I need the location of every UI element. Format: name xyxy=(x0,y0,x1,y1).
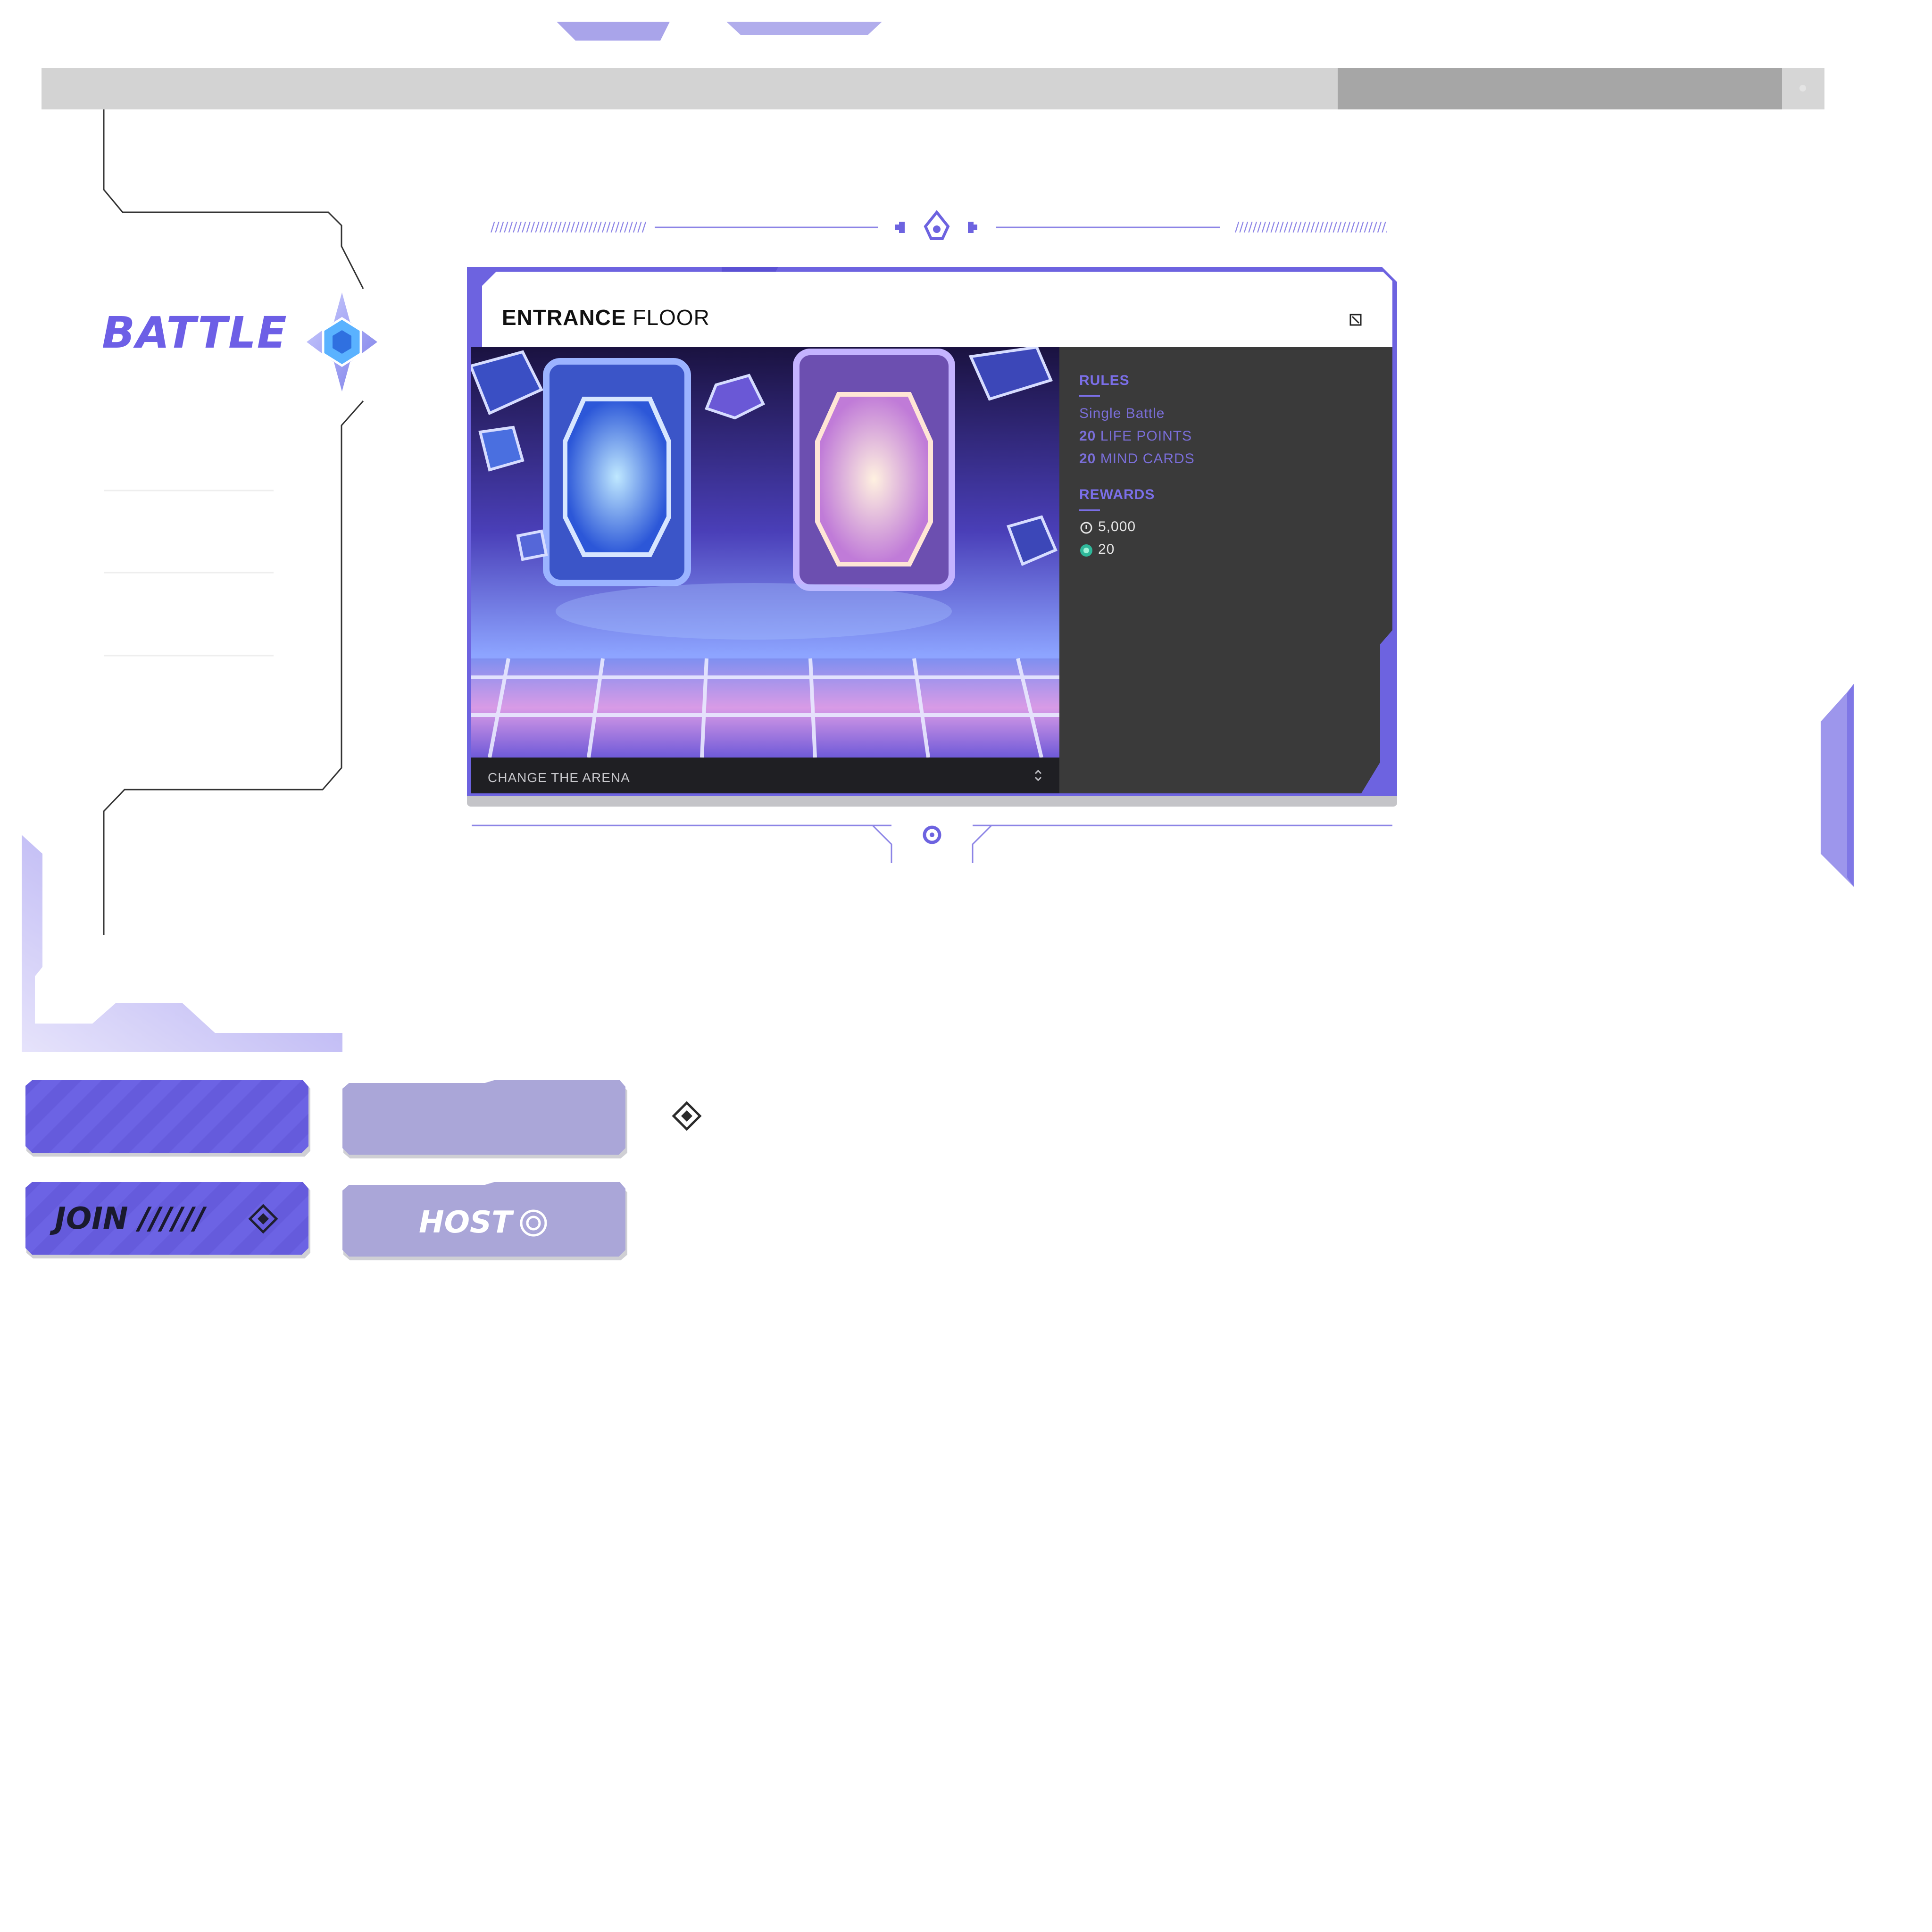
join-button-label: JOIN ////// xyxy=(55,1201,205,1236)
rewards-heading: REWARDS xyxy=(1079,487,1155,502)
target-ring-icon xyxy=(520,1209,547,1237)
diamond-target-icon xyxy=(248,1204,278,1234)
diamond-target-icon xyxy=(672,1101,702,1131)
join-button-blank[interactable] xyxy=(22,1080,312,1160)
host-button-label: HOST xyxy=(419,1205,512,1240)
arena-title-bold: ENTRANCE xyxy=(502,305,626,330)
join-button[interactable]: JOIN ////// xyxy=(22,1182,312,1257)
gem-icon xyxy=(1080,544,1092,557)
left-lower-frame xyxy=(22,835,342,1052)
reward-amount: 5,000 xyxy=(1098,519,1136,534)
rules-heading: RULES xyxy=(1079,373,1130,388)
top-tab-left xyxy=(557,22,670,41)
up-down-chevron-icon xyxy=(1034,769,1042,782)
panel-shadow xyxy=(467,796,1397,807)
rules-divider xyxy=(1079,395,1100,397)
rules-mode: Single Battle xyxy=(1079,406,1165,421)
arena-title: ENTRANCE FLOOR xyxy=(502,307,710,328)
right-edge-tab xyxy=(1821,684,1854,887)
svg-text://////////////////////////////: /////////////////////////////////// xyxy=(491,219,647,234)
change-arena-label: CHANGE THE ARENA xyxy=(488,770,630,785)
arena-footer-ornament xyxy=(472,824,1392,863)
coin-icon xyxy=(1080,522,1092,534)
mind-cards-label: MIND CARDS xyxy=(1100,451,1195,466)
header-bar-segment xyxy=(1338,68,1782,109)
life-points-label: LIFE POINTS xyxy=(1100,428,1192,444)
rewards-divider xyxy=(1079,509,1100,511)
expand-icon[interactable] xyxy=(1349,313,1362,326)
crystal-cube-icon xyxy=(307,292,377,391)
rules-mind-cards: 20 MIND CARDS xyxy=(1079,451,1195,467)
page-title: BATTLE xyxy=(102,308,288,358)
host-button[interactable]: HOST xyxy=(339,1182,631,1257)
arena-preview-image xyxy=(471,347,1059,758)
mind-cards-value: 20 xyxy=(1079,451,1096,466)
top-tab-right xyxy=(726,22,882,35)
rules-life-points: 20 LIFE POINTS xyxy=(1079,428,1192,444)
left-frame-lines xyxy=(103,109,364,935)
arena-title-rest: FLOOR xyxy=(633,305,710,330)
header-dot-icon xyxy=(1799,85,1806,92)
reward-amount: 20 xyxy=(1098,541,1115,557)
life-points-value: 20 xyxy=(1079,428,1096,444)
svg-text://////////////////////////////: /////////////////////////////////// xyxy=(1235,219,1387,234)
host-button-blank[interactable] xyxy=(339,1080,631,1160)
arena-header-ornament: /////////////////////////////////// ////… xyxy=(491,210,1387,240)
